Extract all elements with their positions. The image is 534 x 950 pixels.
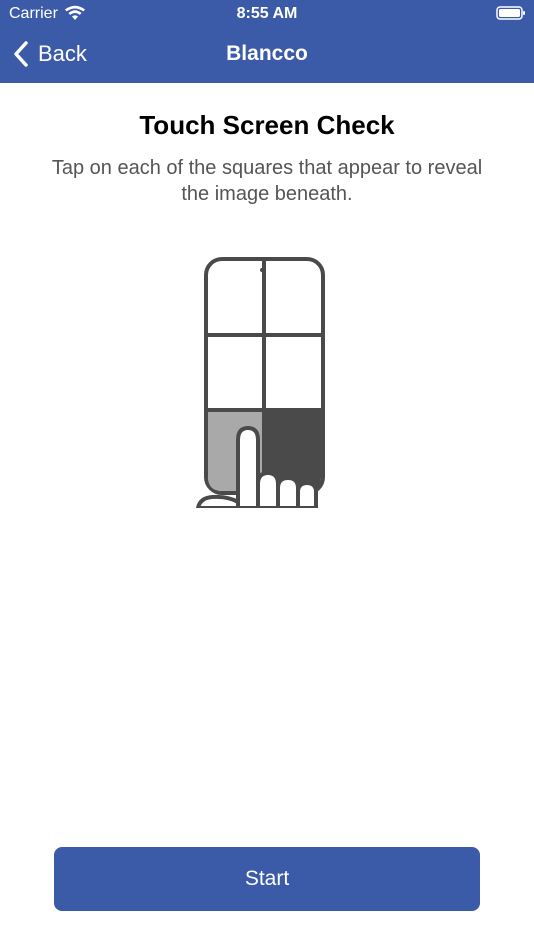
start-button[interactable]: Start: [54, 847, 480, 911]
header: Carrier 8:55 AM Back Blancco: [0, 0, 534, 83]
battery-icon: [496, 6, 525, 20]
nav-title: Blancco: [226, 42, 308, 65]
touch-screen-check-screen: Carrier 8:55 AM Back Blancco Touch Scree…: [0, 0, 534, 950]
status-time: 8:55 AM: [236, 5, 298, 22]
status-bar: Carrier 8:55 AM: [0, 0, 534, 28]
instructions-text: Tap on each of the squares that appear t…: [51, 157, 483, 205]
page-title: Touch Screen Check: [139, 110, 395, 140]
navigation-bar: Back Blancco: [0, 30, 534, 80]
phone-grid-tap-icon: [196, 257, 325, 508]
